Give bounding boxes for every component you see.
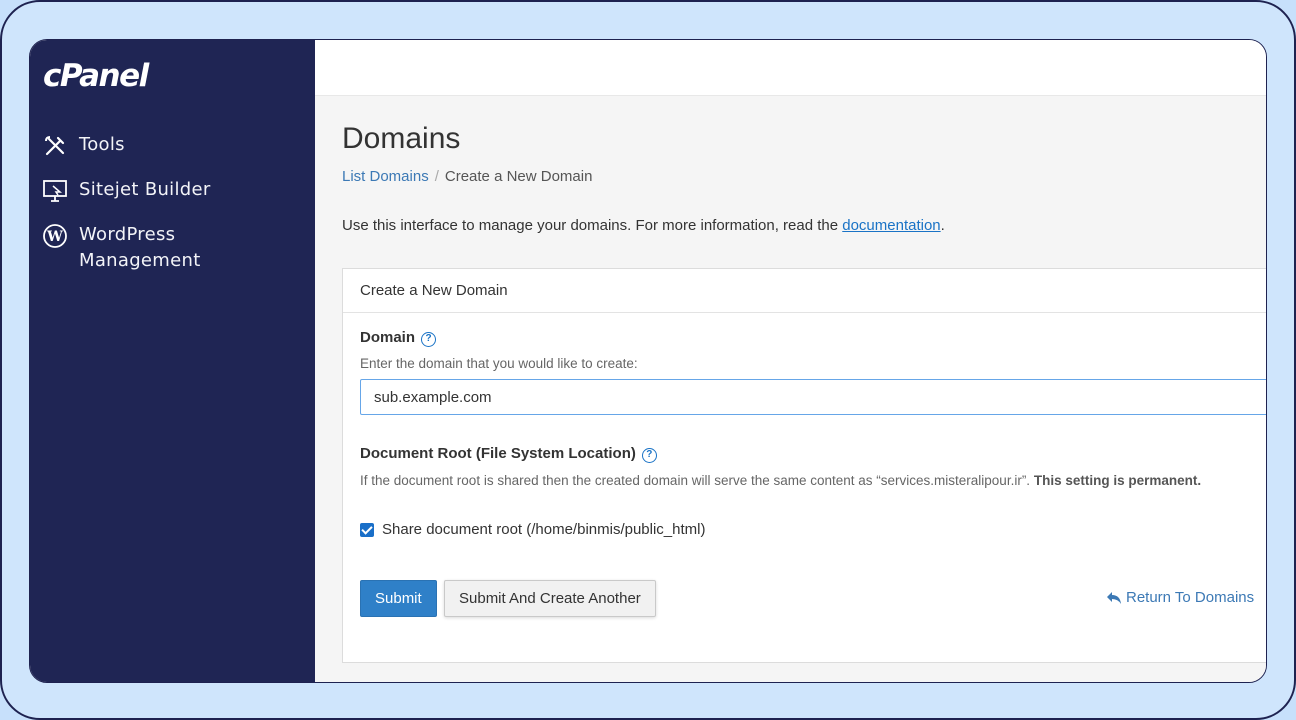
- share-docroot-checkbox[interactable]: [360, 522, 374, 537]
- svg-text:W: W: [46, 229, 63, 245]
- docroot-hint-text: If the document root is shared then the …: [360, 473, 1034, 488]
- sitejet-icon: [42, 178, 68, 204]
- intro-suffix: .: [940, 217, 945, 234]
- documentation-link[interactable]: documentation: [842, 217, 940, 234]
- docroot-hint: If the document root is shared then the …: [360, 471, 1240, 490]
- docroot-label: Document Root (File System Location)?: [360, 445, 657, 463]
- sidebar-item-tools[interactable]: Tools: [42, 132, 302, 159]
- top-bar: [315, 40, 1266, 96]
- sidebar-item-label: Sitejet Builder: [79, 179, 211, 200]
- wordpress-icon: W: [42, 223, 68, 249]
- intro-text-body: Use this interface to manage your domain…: [342, 217, 843, 234]
- page-title: Domains: [342, 122, 461, 155]
- domain-label: Domain?: [360, 329, 437, 347]
- main-content: Domains List Domains / Create a New Domain…: [315, 96, 1266, 682]
- cpanel-logo[interactable]: cPanel: [43, 58, 149, 94]
- tools-icon: [42, 133, 68, 159]
- sidebar: cPanel Tools Sitejet Builder W WordPress…: [30, 40, 315, 682]
- cpanel-window: cPanel Tools Sitejet Builder W WordPress…: [29, 39, 1267, 683]
- breadcrumb-current: Create a New Domain: [444, 168, 593, 185]
- sidebar-item-label: Tools: [79, 134, 125, 155]
- return-to-domains-label: Return To Domains: [1126, 589, 1255, 606]
- create-domain-panel: Create a New Domain Domain? Enter the do…: [342, 268, 1266, 663]
- intro-text: Use this interface to manage your domain…: [342, 217, 945, 234]
- domain-hint: Enter the domain that you would like to …: [360, 356, 638, 371]
- breadcrumb-separator: /: [434, 168, 439, 185]
- share-docroot-label: Share document root (/home/binmis/public…: [382, 521, 706, 538]
- help-icon[interactable]: ?: [421, 332, 437, 347]
- sidebar-item-wordpress[interactable]: W WordPress Management: [42, 222, 302, 274]
- sidebar-item-label: WordPress Management: [79, 224, 201, 271]
- domain-input[interactable]: [360, 379, 1266, 415]
- breadcrumb-list-domains-link[interactable]: List Domains: [342, 168, 429, 185]
- sidebar-item-sitejet[interactable]: Sitejet Builder: [42, 177, 302, 204]
- breadcrumb: List Domains / Create a New Domain: [342, 168, 592, 185]
- docroot-label-text: Document Root (File System Location): [360, 445, 636, 462]
- panel-heading: Create a New Domain: [343, 269, 1266, 313]
- help-icon[interactable]: ?: [641, 448, 657, 463]
- submit-and-create-another-button[interactable]: Submit And Create Another: [444, 580, 656, 617]
- sidebar-nav: Tools Sitejet Builder W WordPress Manage…: [42, 132, 302, 292]
- docroot-hint-bold: This setting is permanent.: [1033, 473, 1202, 488]
- share-docroot-row[interactable]: Share document root (/home/binmis/public…: [360, 521, 705, 538]
- reply-arrow-icon: [1107, 591, 1121, 604]
- submit-button[interactable]: Submit: [360, 580, 437, 617]
- domain-label-text: Domain: [360, 329, 416, 346]
- return-to-domains-link[interactable]: Return To Domains: [1106, 589, 1254, 606]
